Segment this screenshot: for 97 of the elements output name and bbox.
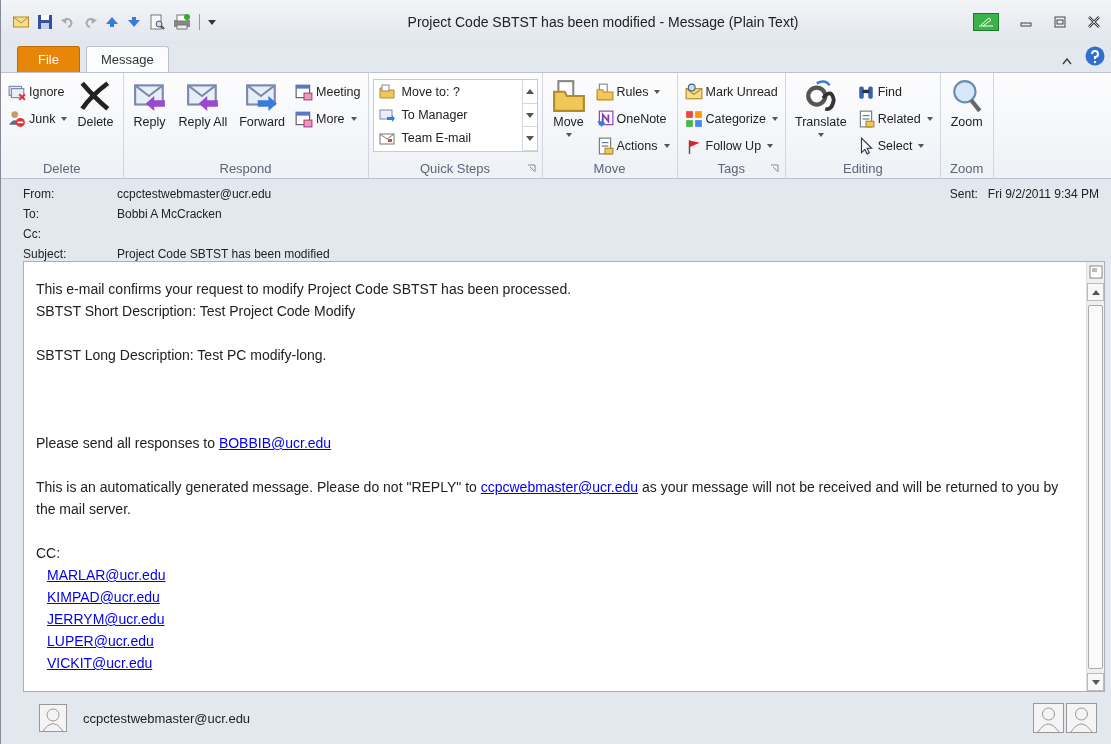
ribbon-button[interactable]: Move	[546, 77, 591, 155]
folder-icon	[377, 83, 396, 100]
caret-icon	[565, 133, 572, 138]
scroll-down-icon[interactable]	[525, 112, 534, 118]
ribbon-button[interactable]: Related	[853, 106, 936, 131]
sent-date: Fri 9/2/2011 9:34 PM	[987, 187, 1099, 201]
scroll-up-icon[interactable]	[525, 88, 534, 94]
ribbon-button[interactable]: Follow Up	[681, 133, 781, 158]
scrollbar[interactable]	[1086, 262, 1104, 691]
calendar-envelope-icon	[295, 109, 314, 128]
header-value: Bobbi A McCracken	[117, 207, 222, 222]
ribbon-tab[interactable]: Message	[85, 46, 169, 72]
email-link[interactable]: VICKIT@ucr.edu	[47, 652, 153, 674]
folder-icon	[595, 82, 614, 101]
cc-label: CC:	[36, 544, 61, 563]
collapse-ribbon-icon[interactable]	[1061, 56, 1073, 66]
calendar-icon	[295, 82, 314, 101]
ribbon-button[interactable]: Ignore	[5, 79, 71, 104]
sent-label: Sent:	[949, 187, 978, 201]
scroll-up-icon[interactable]	[1091, 289, 1100, 295]
ribbon-button[interactable]: Select	[853, 133, 936, 158]
email-link[interactable]: MARLAR@ucr.edu	[47, 564, 166, 586]
ribbon-button[interactable]: Reply	[127, 77, 172, 155]
message-paragraph: Please send all responses to BOBBIB@ucr.edu	[36, 434, 333, 453]
envelope-arrow-icon	[377, 106, 396, 123]
ribbon-button[interactable]: Translate	[789, 77, 852, 155]
ribbon-button[interactable]: OneNote	[592, 106, 673, 131]
caret-icon	[926, 116, 933, 121]
envelope-icon	[684, 82, 703, 101]
scroll-thumb[interactable]	[1088, 305, 1103, 669]
message-paragraph: SBTST Long Description: Test PC modify-long.	[36, 346, 328, 365]
ribbon-button[interactable]: Mark Unread	[681, 79, 781, 104]
email-link[interactable]: LUPER@ucr.edu	[47, 630, 154, 652]
print-preview-icon[interactable]	[149, 14, 165, 30]
dialog-launcher-icon[interactable]	[769, 164, 779, 173]
ribbon-button[interactable]: Categorize	[681, 106, 781, 131]
ribbon-button[interactable]: Forward	[234, 77, 291, 155]
email-link[interactable]: ccpcwebmaster@ucr.edu	[480, 479, 639, 495]
down-arrow-icon[interactable]	[127, 16, 141, 28]
header-label: Subject:	[23, 247, 68, 262]
group-label: Editing	[842, 160, 883, 176]
restore-icon[interactable]	[1053, 15, 1067, 29]
email-link[interactable]: JERRYM@ucr.edu	[47, 608, 165, 630]
caret-icon	[654, 89, 661, 94]
close-icon[interactable]	[1087, 15, 1101, 29]
window-title: Project Code SBTST has been modified - Message (Plain Text)	[406, 14, 800, 30]
caret-icon	[918, 143, 925, 148]
ribbon-button[interactable]: Actions	[592, 133, 673, 158]
signature-icon[interactable]	[973, 13, 999, 31]
ribbon-button[interactable]: Zoom	[944, 77, 989, 155]
person-icon	[8, 109, 26, 128]
note-icon	[595, 109, 614, 128]
header-label: Cc:	[23, 227, 42, 242]
folder-document-icon	[551, 79, 586, 113]
caret-icon	[61, 116, 68, 121]
sender-name[interactable]: ccpctestwebmaster@ucr.edu	[83, 710, 251, 726]
message-paragraph: This e-mail confirms your request to modify Project Code SBTST has been processed. SBTST Short Description: Test Project Code Modify	[36, 280, 573, 321]
more-icon[interactable]	[525, 136, 534, 142]
group-label: Delete	[43, 160, 81, 176]
ribbon-button[interactable]: Reply All	[173, 77, 233, 155]
envelope-icon[interactable]	[13, 15, 29, 29]
header-value: ccpctestwebmaster@ucr.edu	[117, 187, 272, 202]
email-link[interactable]: KIMPAD@ucr.edu	[47, 586, 160, 608]
scroll-down-icon[interactable]	[1091, 679, 1100, 685]
group-label: Quick Steps	[419, 160, 491, 176]
ribbon-button[interactable]: Meeting	[292, 79, 364, 104]
printer-icon[interactable]	[173, 14, 191, 30]
customize-caret-icon[interactable]	[208, 19, 216, 25]
ribbon-button[interactable]: Rules	[592, 79, 673, 104]
caret-icon	[767, 143, 774, 148]
group-label: Move	[593, 160, 626, 176]
group-label: Zoom	[950, 160, 984, 176]
caret-icon	[350, 116, 357, 121]
caret-icon	[663, 143, 670, 148]
quick-step-item[interactable]: Team E-mail	[373, 126, 522, 149]
ribbon-button[interactable]: Junk	[5, 106, 71, 131]
help-icon[interactable]	[1085, 46, 1105, 66]
group-label: Respond	[219, 160, 272, 176]
group-label: Tags	[717, 160, 745, 176]
header-value: Project Code SBTST has been modified	[117, 247, 330, 262]
people-icon[interactable]	[1033, 703, 1097, 733]
avatar-icon	[39, 704, 67, 732]
up-arrow-icon[interactable]	[105, 16, 119, 28]
dialog-launcher-icon[interactable]	[526, 164, 536, 173]
ribbon-button[interactable]: Delete	[72, 77, 119, 155]
color-grid-icon	[684, 109, 703, 128]
quick-step-item[interactable]: To Manager	[373, 103, 522, 126]
save-icon[interactable]	[37, 14, 53, 30]
header-label: From:	[23, 187, 56, 202]
header-label: To:	[23, 207, 40, 222]
ribbon-button[interactable]: Find	[853, 79, 936, 104]
quick-step-item[interactable]: Move to: ?	[373, 80, 522, 103]
ribbon-button[interactable]: More	[292, 106, 364, 131]
caret-icon	[771, 116, 778, 121]
email-link[interactable]: BOBBIB@ucr.edu	[218, 435, 332, 451]
message-paragraph: This is an automatically generated message. Please do not "REPLY" to ccpcwebmaster@ucr.edu as your message will not be received and will be returned to you by the mail server.	[36, 478, 1060, 519]
caret-icon	[817, 133, 824, 138]
